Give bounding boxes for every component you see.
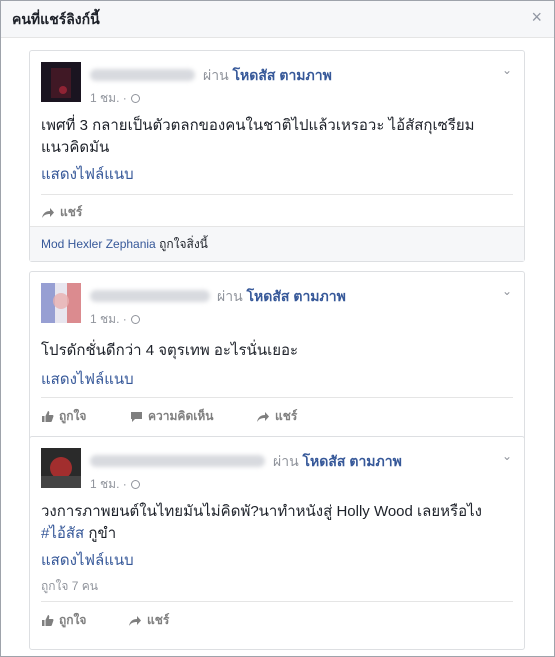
author-name-redacted[interactable] (90, 69, 195, 81)
divider (41, 397, 513, 398)
share-button[interactable]: แชร์ (41, 203, 82, 222)
share-card: ผ่าน โหดสัส ตามภาพ 1 ชม. · ⌄ เพศที่ 3 กล… (29, 50, 525, 262)
share-icon (129, 615, 141, 626)
via-text: ผ่าน โหดสัส ตามภาพ (273, 451, 402, 473)
post-time[interactable]: 1 ชม. · (90, 89, 140, 108)
share-icon (42, 207, 54, 218)
page-link[interactable]: โหดสัส ตามภาพ (247, 288, 346, 304)
globe-icon (130, 94, 140, 104)
share-dialog: คนที่แชร์ลิงก์นี้ × ผ่าน โหดสัส ตามภาพ 1… (0, 0, 555, 657)
dialog-body: ผ่าน โหดสัส ตามภาพ 1 ชม. · ⌄ เพศที่ 3 กล… (1, 38, 554, 656)
thumbs-up-icon (42, 411, 54, 422)
time-label: 1 ชม. · (90, 91, 127, 105)
via-label: ผ่าน (217, 288, 243, 304)
globe-icon (130, 315, 140, 325)
dialog-header: คนที่แชร์ลิงก์นี้ × (1, 1, 554, 38)
share-label: แชร์ (275, 409, 298, 423)
divider (41, 601, 513, 602)
likes-count[interactable]: ถูกใจ 7 คน (41, 577, 98, 596)
page-link[interactable]: โหดสัส ตามภาพ (233, 67, 332, 83)
page-link[interactable]: โหดสัส ตามภาพ (303, 453, 402, 469)
dialog-title: คนที่แชร์ลิงก์นี้ (12, 11, 100, 27)
post-time[interactable]: 1 ชม. · (90, 310, 140, 329)
share-button[interactable]: แชร์ (256, 407, 297, 426)
chevron-down-icon[interactable]: ⌄ (502, 284, 512, 298)
author-name-redacted[interactable] (90, 455, 265, 467)
via-label: ผ่าน (203, 67, 229, 83)
liked-by-bar: Mod Hexler Zephania ถูกใจสิ่งนี้ (30, 226, 524, 261)
thumbs-up-icon (42, 615, 54, 626)
chevron-down-icon[interactable]: ⌄ (502, 449, 512, 463)
share-label: แชร์ (147, 613, 170, 627)
like-button[interactable]: ถูกใจ (41, 611, 86, 630)
author-name-redacted[interactable] (90, 290, 210, 302)
avatar[interactable] (41, 62, 81, 102)
post-text: เพศที่ 3 กลายเป็นตัวตลกของคนในชาติไปแล้ว… (41, 117, 475, 156)
close-icon[interactable]: × (531, 7, 542, 27)
liked-suffix: ถูกใจสิ่งนี้ (159, 237, 208, 251)
liker-name-link[interactable]: Mod Hexler Zephania (41, 237, 156, 251)
share-icon (257, 411, 269, 422)
post-text-tail: กูขำ (88, 525, 117, 542)
post-time[interactable]: 1 ชม. · (90, 475, 140, 494)
see-attachment-link[interactable]: แสดงไฟล์แนบ (41, 162, 134, 186)
globe-icon (130, 480, 140, 490)
share-button[interactable]: แชร์ (128, 611, 169, 630)
see-attachment-link[interactable]: แสดงไฟล์แนบ (41, 548, 134, 572)
see-attachment-link[interactable]: แสดงไฟล์แนบ (41, 367, 134, 391)
via-text: ผ่าน โหดสัส ตามภาพ (203, 65, 332, 87)
share-card: ผ่าน โหดสัส ตามภาพ 1 ชม. · ⌄ วงการภาพยนต… (29, 436, 525, 650)
avatar[interactable] (41, 283, 81, 323)
post-text: โปรดักชั่นดีกว่า 4 จตุรเทพ อะไรนั่นเยอะ (41, 342, 299, 359)
divider (41, 194, 513, 195)
chevron-down-icon[interactable]: ⌄ (502, 63, 512, 77)
time-label: 1 ชม. · (90, 312, 127, 326)
hashtag-link[interactable]: #ไอ้สัส (41, 525, 84, 542)
avatar[interactable] (41, 448, 81, 488)
comment-button[interactable]: ความคิดเห็น (130, 407, 213, 426)
comment-label: ความคิดเห็น (148, 409, 214, 423)
like-label: ถูกใจ (59, 613, 87, 627)
post-text: วงการภาพยนต์ในไทยมันไม่คิดพั?นาทำหนังสู่… (41, 501, 504, 545)
post-text-body: วงการภาพยนต์ในไทยมันไม่คิดพั?นาทำหนังสู่… (41, 503, 482, 520)
via-text: ผ่าน โหดสัส ตามภาพ (217, 286, 346, 308)
time-label: 1 ชม. · (90, 477, 127, 491)
like-button[interactable]: ถูกใจ (41, 407, 86, 426)
like-label: ถูกใจ (59, 409, 87, 423)
via-label: ผ่าน (273, 453, 299, 469)
share-label: แชร์ (60, 205, 83, 219)
comment-icon (131, 411, 142, 422)
